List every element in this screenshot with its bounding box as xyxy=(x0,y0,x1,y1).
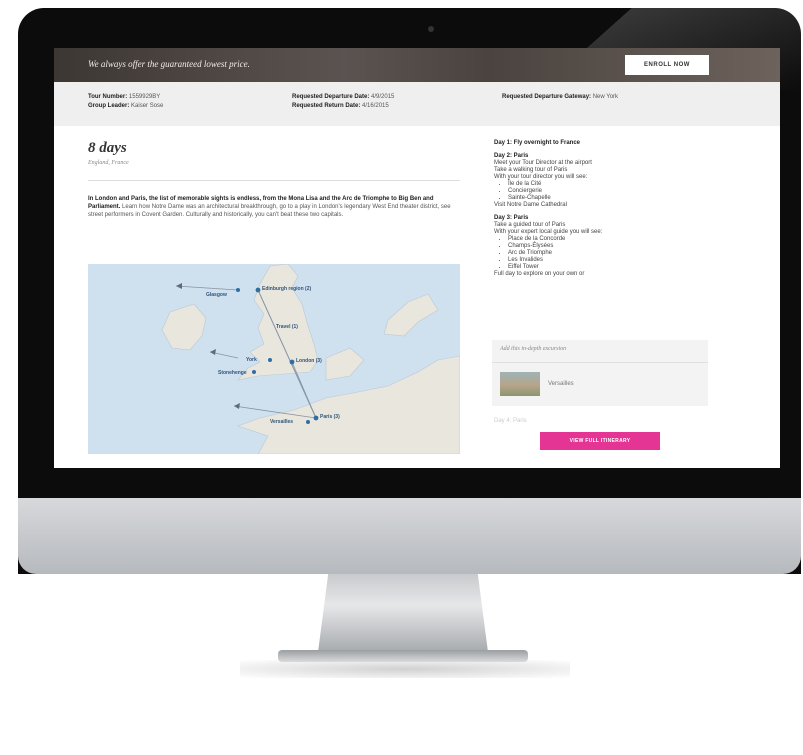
tour-number-group-leader: Tour Number: 1559929BY Group Leader: Kai… xyxy=(88,93,163,111)
map-label-york: York xyxy=(246,357,257,363)
map-label-travel: Travel (1) xyxy=(276,324,298,330)
sight-item: Île de la Cité xyxy=(508,181,714,188)
return-date-value: 4/16/2015 xyxy=(362,103,389,109)
day-2-line: With your tour director you will see: xyxy=(494,174,588,180)
sight-item: Place de la Concorde xyxy=(508,236,714,243)
map-label-edinburgh: Edinburgh region (2) xyxy=(262,286,312,292)
banner-tagline: We always offer the guaranteed lowest pr… xyxy=(88,59,250,69)
divider xyxy=(492,362,708,363)
sight-item: Champs-Élysées xyxy=(508,243,714,250)
sight-item: Eiffel Tower xyxy=(508,264,714,271)
enroll-now-button[interactable]: ENROLL NOW xyxy=(625,55,709,75)
monitor-chin xyxy=(18,498,801,574)
sight-item: Conciergerie xyxy=(508,188,714,195)
departure-date-label: Requested Departure Date: xyxy=(292,94,370,100)
gateway-value: New York xyxy=(592,94,619,100)
map-label-paris: Paris (3) xyxy=(320,414,340,420)
day-2-line: Meet your Tour Director at the airport xyxy=(494,160,592,166)
day-3-line: Take a guided tour of Paris xyxy=(494,222,566,228)
day-3-line: With your expert local guide you will se… xyxy=(494,229,603,235)
trip-overview: 8 days England, France In London and Par… xyxy=(88,140,460,225)
camera-dot xyxy=(428,26,434,32)
tour-number-label: Tour Number: xyxy=(88,94,128,100)
monitor-stand xyxy=(318,574,488,652)
day-2-sights: Île de la Cité Conciergerie Sainte-Chape… xyxy=(494,181,714,202)
excursion-panel: Add this in-depth excursion Versailles xyxy=(492,340,708,406)
route-map[interactable]: Edinburgh region (2) Glasgow Travel (1) … xyxy=(88,264,460,454)
monitor-base xyxy=(278,650,528,662)
requested-dates: Requested Departure Date: 4/9/2015 Reque… xyxy=(292,93,394,111)
return-date-label: Requested Return Date: xyxy=(292,103,361,109)
sight-item: Les Invalides xyxy=(508,257,714,264)
map-graphic xyxy=(161,264,460,454)
map-label-versailles: Versailles xyxy=(270,419,294,425)
trip-duration: 8 days xyxy=(88,140,127,156)
view-full-itinerary-button[interactable]: VIEW FULL ITINERARY xyxy=(540,432,660,450)
map-label-stonehenge: Stonehenge xyxy=(218,370,247,376)
gateway-label: Requested Departure Gateway: xyxy=(502,94,592,100)
sight-item: Sainte-Chapelle xyxy=(508,195,714,202)
trip-description: In London and Paris, the list of memorab… xyxy=(88,195,460,219)
map-label-glasgow: Glasgow xyxy=(206,292,227,298)
itinerary-list: Day 1: Fly overnight to France Day 2: Pa… xyxy=(494,140,714,278)
day-4-title-faded: Day 4: Paris xyxy=(494,418,527,424)
trip-countries: England, France xyxy=(88,160,129,166)
tour-number-value: 1559929BY xyxy=(128,94,161,100)
day-2-title: Day 2: Paris xyxy=(494,153,529,159)
description-body: Learn how Notre Dame was an architectura… xyxy=(88,204,451,218)
divider xyxy=(88,180,460,181)
group-leader-value: Kaiser Sose xyxy=(131,103,164,109)
trip-info-bar: Tour Number: 1559929BY Group Leader: Kai… xyxy=(54,82,780,126)
departure-date-value: 4/9/2015 xyxy=(371,94,395,100)
excursion-title: Add this in-depth excursion xyxy=(500,346,567,352)
day-3-title: Day 3: Paris xyxy=(494,215,529,221)
webpage-screen: We always offer the guaranteed lowest pr… xyxy=(54,48,780,468)
day-2-line: Take a walking tour of Paris xyxy=(494,167,568,173)
excursion-item-versailles[interactable]: Versailles xyxy=(548,381,574,387)
day-3-sights: Place de la Concorde Champs-Élysées Arc … xyxy=(494,236,714,271)
day-1-title: Day 1: Fly overnight to France xyxy=(494,140,581,146)
promo-banner: We always offer the guaranteed lowest pr… xyxy=(54,48,780,82)
day-3-line: Full day to explore on your own or xyxy=(494,271,585,277)
sight-item: Arc de Triomphe xyxy=(508,250,714,257)
day-2-line: Visit Notre Dame Cathedral xyxy=(494,202,567,208)
map-label-london: London (3) xyxy=(296,358,322,364)
group-leader-label: Group Leader: xyxy=(88,103,130,109)
versailles-thumbnail[interactable] xyxy=(500,372,540,396)
departure-gateway: Requested Departure Gateway: New York xyxy=(502,93,618,102)
stand-shadow xyxy=(240,660,570,678)
